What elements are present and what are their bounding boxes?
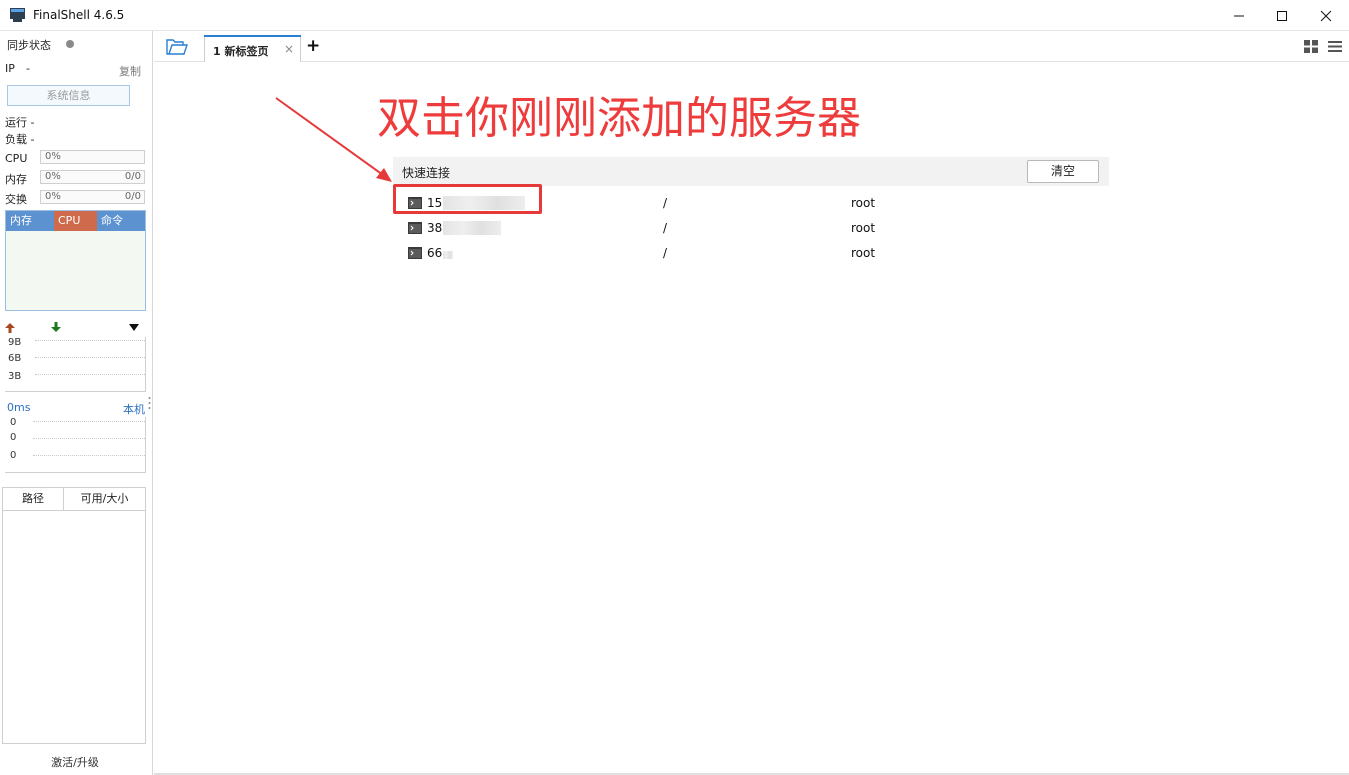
uptime-label: 运行 - — [5, 116, 35, 129]
swap-percent: 0% — [45, 191, 61, 202]
terminal-icon — [408, 222, 422, 234]
disk-column-size[interactable]: 可用/大小 — [64, 488, 145, 510]
ping-gridline — [33, 455, 145, 456]
activate-upgrade-link[interactable]: 激活/升级 — [0, 754, 150, 770]
tab-new-tab[interactable]: 1 新标签页 × — [204, 35, 301, 62]
menu-icon[interactable] — [1328, 40, 1342, 53]
ping-scale-mid: 0 — [10, 432, 17, 443]
process-tab-memory[interactable]: 内存 — [6, 211, 54, 231]
network-scale-low: 3B — [8, 371, 22, 382]
title-bar: FinalShell 4.6.5 — [0, 0, 1349, 31]
quick-connect-title: 快速连接 — [402, 166, 451, 180]
swap-meter: 0% 0/0 — [40, 190, 145, 204]
ping-latency: 0ms — [7, 401, 31, 414]
minimize-icon — [1234, 15, 1244, 16]
swap-meter-label: 交换 — [5, 193, 27, 206]
network-gridline — [35, 340, 145, 341]
copy-ip-link[interactable]: 复制 — [119, 63, 141, 79]
memory-meter-label: 内存 — [5, 173, 27, 186]
disk-column-path[interactable]: 路径 — [3, 488, 64, 510]
ping-target[interactable]: 本机 — [123, 401, 145, 417]
load-label: 负载 - — [5, 133, 35, 146]
ping-gridline — [33, 438, 145, 439]
window-title: FinalShell 4.6.5 — [33, 8, 125, 22]
swap-ratio: 0/0 — [124, 191, 141, 202]
dropdown-icon[interactable] — [129, 324, 139, 331]
cpu-meter-label: CPU — [5, 152, 28, 165]
maximize-button[interactable] — [1259, 0, 1305, 31]
memory-meter: 0% 0/0 — [40, 170, 145, 184]
redacted-host — [443, 221, 501, 235]
arrow-down-icon — [51, 322, 61, 332]
network-gridline — [35, 357, 145, 358]
network-scale-high: 9B — [8, 337, 22, 348]
process-panel: 内存 CPU 命令 — [5, 210, 146, 311]
clear-button[interactable]: 清空 — [1027, 160, 1099, 183]
close-icon — [1320, 10, 1332, 21]
status-sidebar: 同步状态 IP - 复制 系统信息 运行 - 负载 - CPU 0% 内存 0%… — [0, 31, 153, 775]
ping-scale-high: 0 — [10, 417, 17, 428]
cpu-percent: 0% — [45, 151, 61, 162]
server-row[interactable]: 66 / root — [393, 241, 1109, 266]
maximize-icon — [1277, 10, 1287, 21]
ping-chart: 0 0 0 — [5, 417, 146, 473]
server-path: / — [663, 221, 668, 235]
network-controls — [5, 321, 145, 335]
terminal-icon — [408, 247, 422, 259]
add-tab-button[interactable]: + — [306, 36, 320, 56]
annotation-arrow-icon — [275, 97, 392, 182]
network-gridline — [35, 374, 145, 375]
memory-percent: 0% — [45, 171, 61, 182]
server-row[interactable]: 38 / root — [393, 216, 1109, 241]
ping-gridline — [33, 421, 145, 422]
tab-close-icon[interactable]: × — [284, 42, 294, 56]
close-window-button[interactable] — [1303, 0, 1349, 31]
ping-scale-low: 0 — [10, 450, 17, 461]
quick-connect-header: 快速连接 清空 — [393, 157, 1109, 186]
server-host: 38 — [427, 221, 443, 235]
redacted-host — [443, 251, 453, 259]
server-path: / — [663, 246, 668, 260]
sync-status-label: 同步状态 — [7, 39, 51, 52]
ping-header: 0ms 本机 — [7, 401, 145, 417]
server-path: / — [663, 196, 668, 210]
ip-label: IP — [5, 62, 15, 75]
sidebar-splitter-handle[interactable] — [148, 395, 151, 415]
server-user: root — [851, 221, 876, 235]
arrow-up-icon — [5, 323, 15, 333]
disk-table: 路径 可用/大小 — [2, 487, 146, 744]
tab-label: 1 新标签页 — [213, 45, 269, 58]
sync-status-dot — [66, 40, 74, 48]
system-info-button[interactable]: 系统信息 — [7, 85, 130, 106]
network-scale-mid: 6B — [8, 353, 22, 364]
highlight-box — [393, 184, 542, 214]
server-host: 66 — [427, 246, 443, 260]
process-tab-command[interactable]: 命令 — [97, 211, 145, 231]
minimize-button[interactable] — [1216, 0, 1262, 31]
server-user: root — [851, 246, 876, 260]
disk-table-header: 路径 可用/大小 — [3, 488, 145, 511]
open-folder-icon[interactable] — [166, 38, 188, 56]
instruction-annotation: 双击你刚刚添加的服务器 — [377, 93, 861, 144]
ip-value: - — [26, 62, 30, 75]
finalshell-logo-icon — [10, 8, 25, 22]
memory-ratio: 0/0 — [124, 171, 141, 182]
grid-view-icon[interactable] — [1304, 40, 1318, 53]
cpu-meter: 0% — [40, 150, 145, 164]
server-user: root — [851, 196, 876, 210]
process-tab-cpu[interactable]: CPU — [54, 211, 97, 231]
process-header: 内存 CPU 命令 — [6, 211, 145, 231]
network-chart: 9B 6B 3B — [5, 337, 146, 392]
session-tab-bar: 1 新标签页 × + — [154, 31, 1349, 62]
